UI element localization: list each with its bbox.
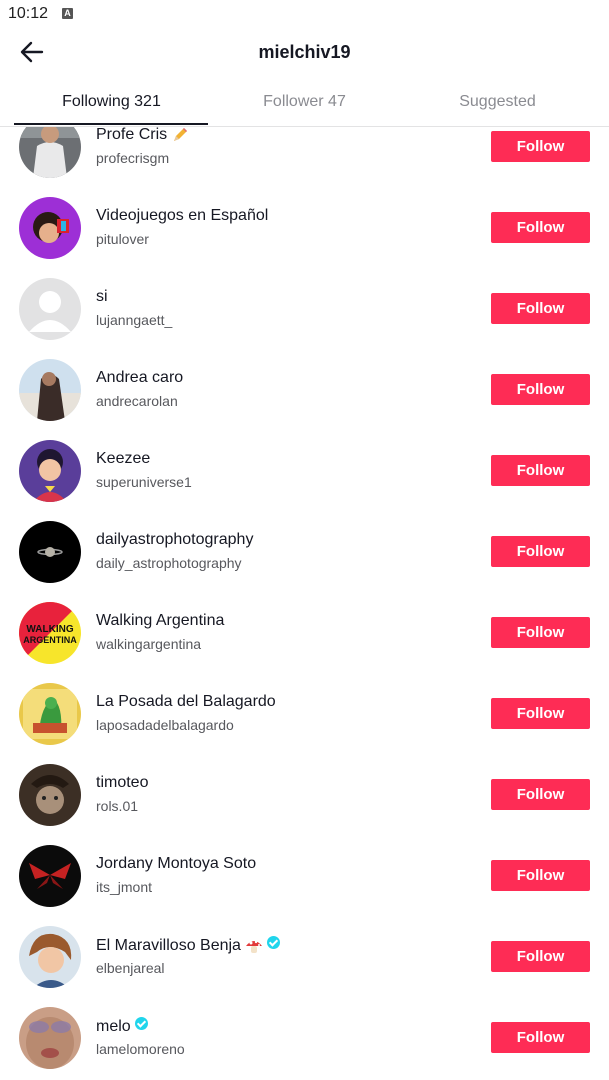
follow-button[interactable]: Follow [491, 212, 590, 243]
status-bar: 10:12 A [0, 0, 609, 28]
follow-button[interactable]: Follow [491, 779, 590, 810]
follow-button[interactable]: Follow [491, 617, 590, 648]
follow-button[interactable]: Follow [491, 374, 590, 405]
list-item[interactable]: si lujanngaett_ Follow [0, 278, 609, 359]
list-item[interactable]: Profe Cris profecrisgm Follow [0, 127, 609, 197]
user-handle: lamelomoreno [96, 1041, 185, 1057]
avatar[interactable] [19, 440, 81, 502]
user-name: melo [96, 1017, 148, 1036]
list-item[interactable]: dailyastrophotography daily_astrophotogr… [0, 521, 609, 602]
avatar[interactable] [19, 683, 81, 745]
notification-a-icon: A [62, 8, 73, 19]
user-handle: andrecarolan [96, 393, 178, 409]
avatar[interactable] [19, 197, 81, 259]
avatar[interactable]: WALKING ARGENTINA [19, 602, 81, 664]
follow-button[interactable]: Follow [491, 536, 590, 567]
avatar[interactable] [19, 1007, 81, 1069]
user-handle: lujanngaett_ [96, 312, 173, 328]
user-name: Profe Cris [96, 127, 189, 144]
user-name: La Posada del Balagardo [96, 693, 276, 710]
header: mielchiv19 [0, 28, 609, 76]
list-item[interactable]: Videojuegos en Español pitulover Follow [0, 197, 609, 278]
pencil-icon [174, 128, 188, 141]
follow-button[interactable]: Follow [491, 455, 590, 486]
following-list[interactable]: Profe Cris profecrisgm Follow Videojuego… [0, 127, 609, 1080]
follow-button[interactable]: Follow [491, 293, 590, 324]
list-item[interactable]: WALKING ARGENTINA Walking Argentina walki… [0, 602, 609, 683]
user-handle: rols.01 [96, 798, 139, 814]
list-item[interactable]: timoteo rols.01 Follow [0, 764, 609, 845]
user-name: Videojuegos en Español [96, 207, 269, 224]
user-handle: elbenjareal [96, 960, 165, 976]
page-title: mielchiv19 [258, 42, 351, 62]
user-name: Jordany Montoya Soto [96, 855, 257, 872]
follow-button[interactable]: Follow [491, 698, 590, 729]
tab-bar: Following 321 Follower 47 Suggested [0, 76, 609, 127]
verified-badge-icon [266, 936, 280, 949]
user-handle: walkingargentina [96, 636, 202, 652]
list-item[interactable]: La Posada del Balagardo laposadadelbalag… [0, 683, 609, 764]
user-handle: laposadadelbalagardo [96, 717, 234, 733]
svg-text:WALKING: WALKING [26, 624, 73, 635]
list-item[interactable]: melo lamelomoreno Follow [0, 1007, 609, 1080]
list-item[interactable]: El Maravilloso Benja elbenjareal Follow [0, 926, 609, 1007]
user-name: si [96, 288, 108, 305]
user-handle: pitulover [96, 231, 149, 247]
user-name: dailyastrophotography [96, 531, 254, 548]
user-handle: its_jmont [96, 879, 153, 895]
tab-following[interactable]: Following 321 [10, 93, 213, 111]
tab-suggested[interactable]: Suggested [396, 93, 599, 111]
user-handle: profecrisgm [96, 150, 170, 166]
user-handle: daily_astrophotography [96, 555, 242, 571]
avatar[interactable] [19, 359, 81, 421]
svg-text:ARGENTINA: ARGENTINA [23, 635, 77, 645]
mushroom-icon [245, 940, 262, 953]
user-name: timoteo [96, 774, 149, 791]
avatar[interactable] [19, 845, 81, 907]
tab-follower[interactable]: Follower 47 [203, 93, 406, 111]
list-item[interactable]: Keezee superuniverse1 Follow [0, 440, 609, 521]
follow-button[interactable]: Follow [491, 131, 590, 162]
avatar[interactable] [19, 521, 81, 583]
follow-button[interactable]: Follow [491, 1022, 590, 1053]
verified-badge-icon [134, 1017, 148, 1030]
avatar[interactable] [19, 764, 81, 826]
follow-button[interactable]: Follow [491, 941, 590, 972]
list-item[interactable]: Jordany Montoya Soto its_jmont Follow [0, 845, 609, 926]
user-name: El Maravilloso Benja [96, 936, 280, 955]
status-time: 10:12 [8, 5, 49, 22]
user-handle: superuniverse1 [96, 474, 192, 490]
avatar[interactable] [19, 926, 81, 988]
follow-button[interactable]: Follow [491, 860, 590, 891]
avatar[interactable] [19, 278, 81, 340]
user-name: Andrea caro [96, 369, 184, 386]
user-name: Keezee [96, 450, 151, 467]
list-item[interactable]: Andrea caro andrecarolan Follow [0, 359, 609, 440]
active-tab-indicator [14, 123, 208, 125]
avatar[interactable] [19, 127, 81, 178]
user-name: Walking Argentina [96, 612, 225, 629]
